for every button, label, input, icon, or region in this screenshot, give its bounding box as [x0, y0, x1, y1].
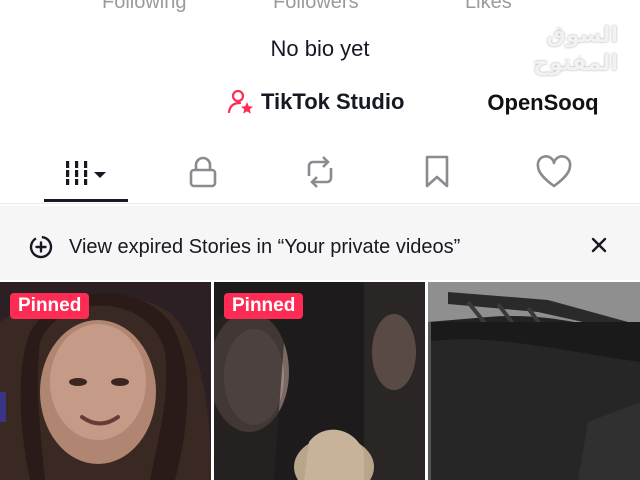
repost-icon [307, 156, 333, 188]
heart-icon [536, 155, 572, 188]
tiktok-studio-label: TikTok Studio [261, 89, 405, 114]
watermark-brand-box: OpenSooq [470, 84, 616, 122]
bookmark-icon [425, 155, 449, 188]
video-thumbnail-image [428, 282, 640, 480]
video-grid: Pinned Pinned [0, 282, 640, 480]
watermark-brand-text: OpenSooq [487, 90, 599, 115]
video-thumbnail[interactable]: Pinned [214, 282, 425, 480]
likes-label: Likes [465, 0, 512, 13]
watermark-arabic-text: السوق المفتوح [532, 23, 618, 76]
profile-tabs [0, 146, 640, 204]
tiktok-studio-link[interactable]: TikTok Studio [227, 88, 404, 116]
profile-stats: Following Followers Likes [0, 0, 640, 17]
expired-stories-banner[interactable]: View expired Stories in “Your private vi… [0, 206, 640, 280]
followers-label[interactable]: Followers [273, 0, 359, 14]
video-thumbnail[interactable] [428, 282, 640, 480]
active-tab-indicator [44, 199, 128, 202]
opensooq-watermark: السوق المفتوح OpenSooq [468, 22, 618, 122]
studio-user-star-icon [227, 89, 253, 114]
tab-liked[interactable] [530, 146, 578, 198]
close-icon[interactable] [586, 232, 612, 258]
story-plus-icon [29, 235, 53, 259]
tab-videos[interactable] [44, 146, 128, 198]
pinned-badge: Pinned [224, 293, 304, 319]
videos-grid-icon [66, 161, 106, 185]
video-thumbnail[interactable]: Pinned [0, 282, 211, 480]
tab-private[interactable] [180, 146, 226, 198]
lock-icon [189, 156, 217, 188]
tab-reposts[interactable] [296, 146, 344, 198]
pinned-badge: Pinned [10, 293, 90, 319]
following-label[interactable]: Following [102, 0, 186, 14]
tab-saved[interactable] [418, 146, 456, 198]
tabs-divider [0, 203, 640, 204]
expired-stories-text: View expired Stories in “Your private vi… [69, 236, 461, 258]
